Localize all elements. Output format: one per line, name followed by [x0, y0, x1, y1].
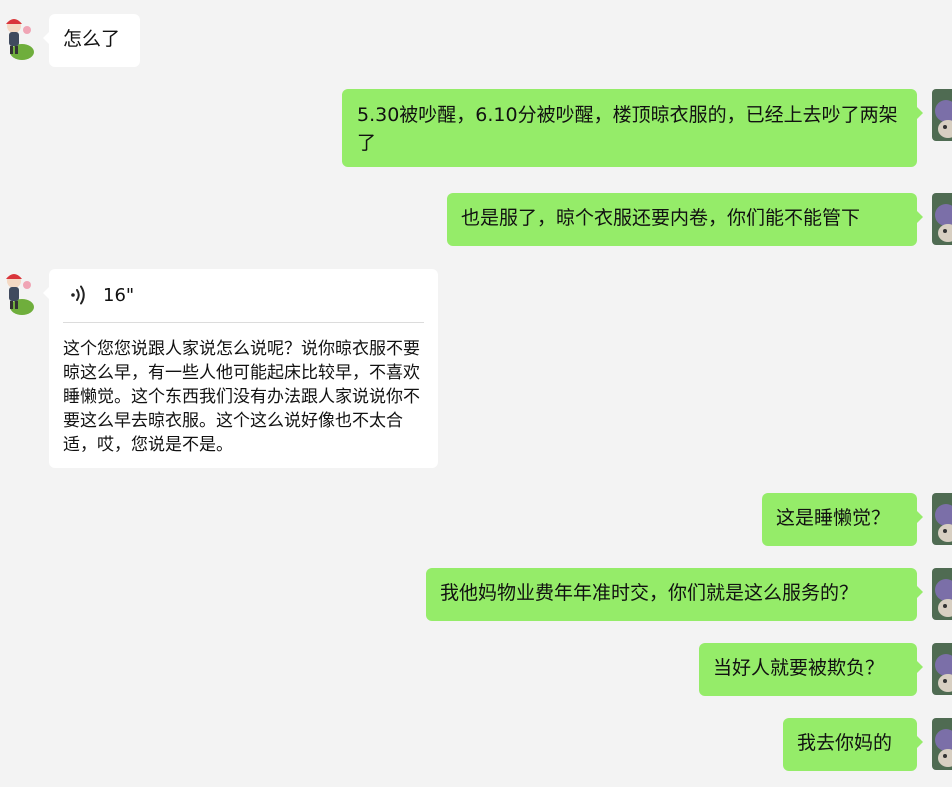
message-bubble-outgoing[interactable]: 也是服了，晾个衣服还要内卷，你们能不能管下 — [447, 193, 923, 246]
cartoon-avatar-icon — [6, 274, 34, 315]
message-text: 这是睡懒觉？ — [776, 507, 891, 529]
message-bubble-outgoing[interactable]: 我他妈物业费年年准时交，你们就是这么服务的？ — [426, 568, 923, 621]
photo-avatar-icon — [932, 193, 952, 245]
photo-avatar-icon — [932, 89, 952, 141]
photo-avatar-icon — [932, 718, 952, 770]
message-text: 当好人就要被欺负？ — [713, 657, 885, 679]
my-avatar[interactable] — [932, 718, 952, 770]
voice-transcript: 这个您您说跟人家说怎么说呢？说你晾衣服不要晾这么早，有一些人他可能起床比较早，不… — [63, 339, 420, 455]
photo-avatar-icon — [932, 568, 952, 620]
message-bubble-outgoing[interactable]: 我去你妈的 — [783, 718, 923, 771]
message-bubble-outgoing[interactable]: 5.30被吵醒，6.10分被吵醒，楼顶晾衣服的，已经上去吵了两架了 — [342, 89, 923, 167]
voice-play-row[interactable]: 16" — [63, 281, 424, 309]
photo-avatar-icon — [932, 493, 952, 545]
message-text: 我他妈物业费年年准时交，你们就是这么服务的？ — [440, 582, 859, 604]
voice-duration: 16" — [103, 284, 135, 306]
contact-avatar[interactable] — [0, 14, 34, 62]
message-bubble-outgoing[interactable]: 这是睡懒觉？ — [762, 493, 923, 546]
contact-avatar[interactable] — [0, 269, 34, 317]
message-bubble-incoming[interactable]: 怎么了 — [43, 14, 140, 67]
my-avatar[interactable] — [932, 89, 952, 141]
my-avatar[interactable] — [932, 193, 952, 245]
voice-wave-icon — [71, 285, 85, 305]
message-text: 怎么了 — [63, 28, 121, 50]
message-text: 也是服了，晾个衣服还要内卷，你们能不能管下 — [461, 207, 861, 229]
cartoon-avatar-icon — [6, 19, 34, 60]
my-avatar[interactable] — [932, 493, 952, 545]
message-text: 我去你妈的 — [797, 732, 893, 754]
message-bubble-outgoing[interactable]: 当好人就要被欺负？ — [699, 643, 923, 696]
my-avatar[interactable] — [932, 643, 952, 695]
message-text: 5.30被吵醒，6.10分被吵醒，楼顶晾衣服的，已经上去吵了两架了 — [357, 104, 898, 154]
voice-message-bubble[interactable]: 16" 这个您您说跟人家说怎么说呢？说你晾衣服不要晾这么早，有一些人他可能起床比… — [43, 269, 438, 468]
divider — [63, 322, 424, 323]
photo-avatar-icon — [932, 643, 952, 695]
my-avatar[interactable] — [932, 568, 952, 620]
